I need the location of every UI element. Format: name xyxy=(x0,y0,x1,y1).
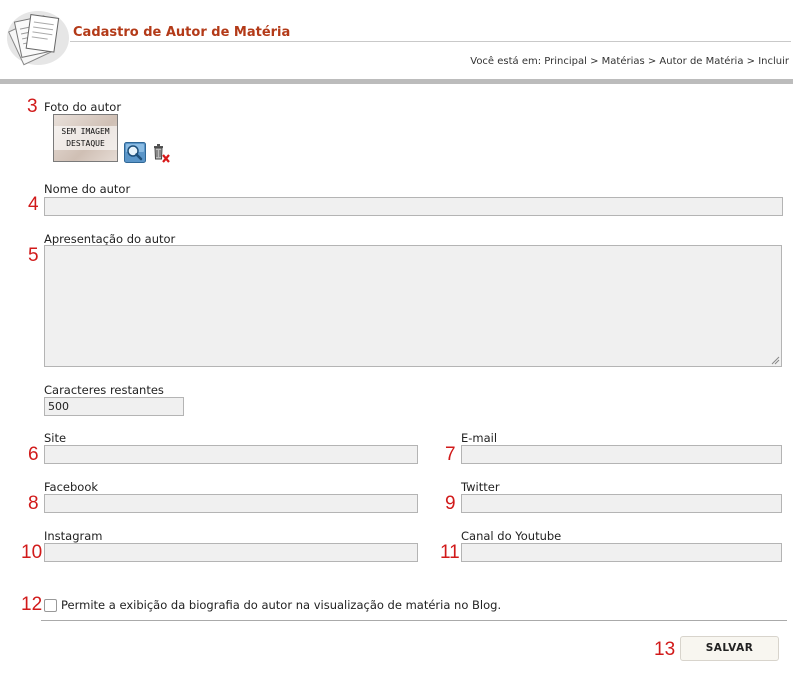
photo-label: Foto do autor xyxy=(44,100,122,114)
site-input[interactable] xyxy=(44,445,418,464)
name-label: Nome do autor xyxy=(44,182,131,196)
twitter-input[interactable] xyxy=(461,494,782,513)
author-bio-textarea[interactable] xyxy=(44,245,782,367)
form-divider xyxy=(41,620,787,621)
annotation-12: 12 xyxy=(21,594,43,615)
bio-label: Apresentação do autor xyxy=(44,232,176,246)
youtube-input[interactable] xyxy=(461,543,782,562)
annotation-6: 6 xyxy=(28,444,39,465)
twitter-label: Twitter xyxy=(461,480,500,494)
annotation-3: 3 xyxy=(27,96,38,117)
annotation-7: 7 xyxy=(445,444,456,465)
author-photo-placeholder: SEM IMAGEM DESTAQUE xyxy=(53,114,118,162)
trash-delete-icon[interactable] xyxy=(152,143,170,163)
annotation-9: 9 xyxy=(445,493,456,514)
save-button[interactable]: SALVAR xyxy=(680,636,779,661)
youtube-label: Canal do Youtube xyxy=(461,529,562,543)
chars-remaining-label: Caracteres restantes xyxy=(44,383,164,397)
breadcrumb: Você está em: Principal > Matérias > Aut… xyxy=(470,56,789,67)
annotation-8: 8 xyxy=(28,493,39,514)
email-input[interactable] xyxy=(461,445,782,464)
instagram-label: Instagram xyxy=(44,529,103,543)
annotation-13: 13 xyxy=(654,639,676,660)
facebook-input[interactable] xyxy=(44,494,418,513)
author-name-input[interactable] xyxy=(44,197,783,216)
header-bar xyxy=(0,79,793,84)
chars-remaining-field: 500 xyxy=(44,397,184,416)
no-image-text-1: SEM IMAGEM xyxy=(54,126,117,138)
no-image-text-2: DESTAQUE xyxy=(54,138,117,150)
papers-logo-icon xyxy=(4,4,70,66)
annotation-4: 4 xyxy=(28,194,39,215)
site-label: Site xyxy=(44,431,67,445)
email-label: E-mail xyxy=(461,431,498,445)
page-title: Cadastro de Autor de Matéria xyxy=(73,25,291,40)
annotation-11: 11 xyxy=(440,542,460,563)
title-divider xyxy=(70,41,791,42)
resize-handle-icon[interactable] xyxy=(771,356,780,365)
instagram-input[interactable] xyxy=(44,543,418,562)
annotation-5: 5 xyxy=(28,245,39,266)
allow-bio-label[interactable]: Permite a exibição da biografia do autor… xyxy=(61,598,501,612)
facebook-label: Facebook xyxy=(44,480,99,494)
allow-bio-checkbox[interactable] xyxy=(44,599,57,612)
magnifier-icon[interactable] xyxy=(124,142,146,163)
annotation-10: 10 xyxy=(21,542,43,563)
